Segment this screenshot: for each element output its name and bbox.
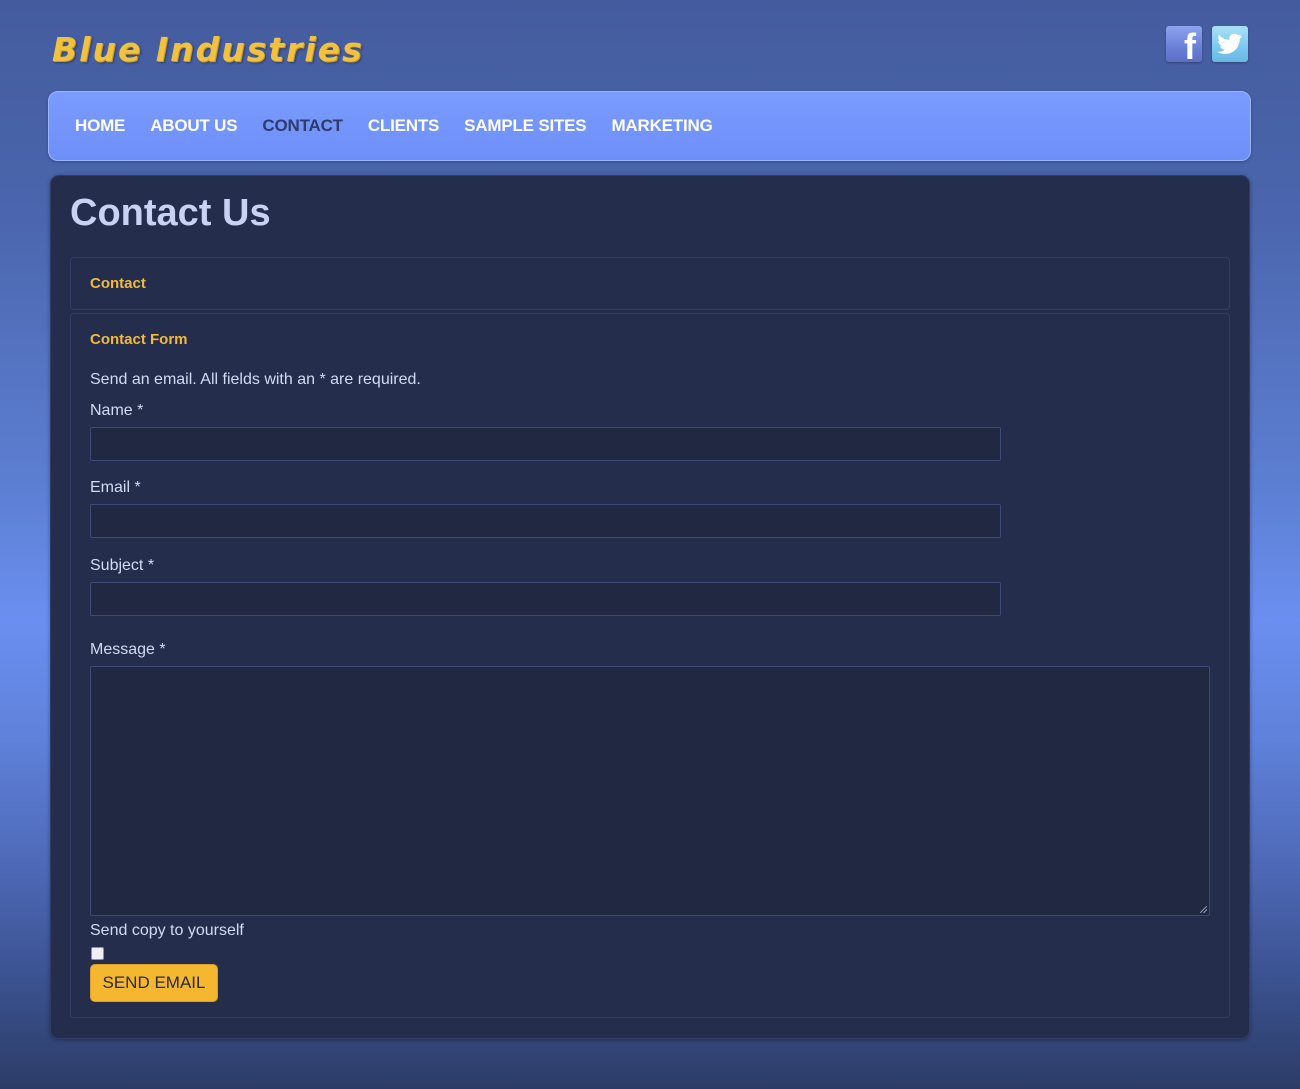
site-header: Blue Industries f xyxy=(0,0,1300,90)
form-intro: Send an email. All fields with an * are … xyxy=(90,371,421,388)
facebook-icon[interactable]: f xyxy=(1166,26,1202,62)
message-label: Message * xyxy=(90,641,166,658)
twitter-bird-icon xyxy=(1217,33,1243,54)
social-links: f xyxy=(1166,26,1248,62)
facebook-glyph: f xyxy=(1184,26,1196,63)
nav-item-about-us[interactable]: ABOUT US xyxy=(150,116,237,136)
main-nav: HOME ABOUT US CONTACT CLIENTS SAMPLE SIT… xyxy=(48,91,1251,161)
nav-item-clients[interactable]: CLIENTS xyxy=(368,116,440,136)
contact-form-heading[interactable]: Contact Form xyxy=(90,331,188,348)
email-input[interactable] xyxy=(90,504,1001,538)
send-copy-checkbox[interactable] xyxy=(91,947,104,960)
message-textarea[interactable] xyxy=(90,666,1210,916)
content-area: Contact Us Contact Contact Form Send an … xyxy=(50,175,1250,1039)
contact-panel: Contact xyxy=(70,257,1230,310)
subject-input[interactable] xyxy=(90,582,1001,616)
twitter-icon[interactable] xyxy=(1212,26,1248,62)
contact-heading[interactable]: Contact xyxy=(90,275,146,292)
contact-form-panel: Contact Form Send an email. All fields w… xyxy=(70,313,1230,1018)
nav-item-contact[interactable]: CONTACT xyxy=(262,116,343,136)
send-email-button[interactable]: SEND EMAIL xyxy=(90,964,218,1002)
send-copy-label: Send copy to yourself xyxy=(90,922,244,939)
subject-label: Subject * xyxy=(90,557,155,574)
site-logo[interactable]: Blue Industries xyxy=(52,28,364,72)
nav-item-home[interactable]: HOME xyxy=(75,116,125,136)
nav-item-sample-sites[interactable]: SAMPLE SITES xyxy=(464,116,586,136)
page-title: Contact Us xyxy=(70,192,271,234)
nav-item-marketing[interactable]: MARKETING xyxy=(611,116,712,136)
name-input[interactable] xyxy=(90,427,1001,461)
name-label: Name * xyxy=(90,402,144,419)
email-label: Email * xyxy=(90,479,141,496)
resize-grip-icon[interactable] xyxy=(1200,906,1207,913)
